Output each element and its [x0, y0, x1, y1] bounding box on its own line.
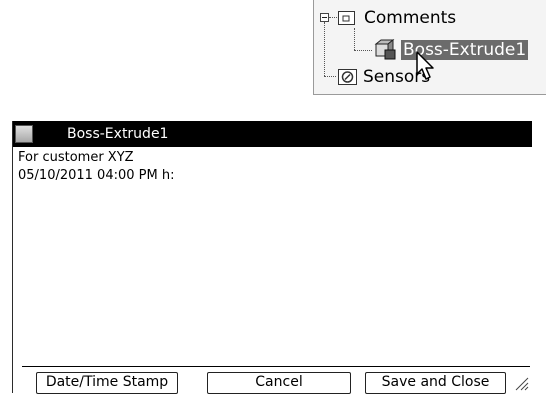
tree-connector	[354, 50, 372, 51]
note-titlebar[interactable]: Boss-Extrude1	[13, 121, 532, 147]
tree-connector	[324, 22, 325, 76]
resize-grip-icon[interactable]	[513, 375, 529, 391]
note-line: 05/10/2011 04:00 PM h:	[18, 168, 175, 183]
boss-extrude-icon	[374, 39, 396, 60]
date-time-stamp-button[interactable]: Date/Time Stamp	[36, 372, 178, 394]
note-title: Boss-Extrude1	[67, 126, 169, 142]
mouse-pointer-icon	[416, 51, 434, 80]
cancel-button[interactable]: Cancel	[207, 372, 351, 394]
note-text-area[interactable]: For customer XYZ 05/10/2011 04:00 PM h:	[18, 149, 174, 185]
tree-connector	[324, 76, 336, 77]
save-and-close-button[interactable]: Save and Close	[365, 372, 506, 394]
divider	[22, 366, 530, 367]
note-window-icon	[15, 125, 33, 143]
tree-item-label: Comments	[364, 8, 457, 28]
note-line: For customer XYZ	[18, 150, 134, 165]
tree-item-comments[interactable]: Comments	[337, 6, 456, 30]
note-window: Boss-Extrude1 For customer XYZ 05/10/201…	[12, 121, 532, 394]
tree-connector	[354, 28, 355, 50]
collapse-toggle[interactable]	[320, 13, 329, 22]
tree-item-boss-extrude1[interactable]: Boss-Extrude1	[374, 38, 529, 62]
folder-icon	[338, 11, 355, 25]
sensor-icon	[338, 69, 357, 85]
tree-connector	[329, 17, 337, 18]
